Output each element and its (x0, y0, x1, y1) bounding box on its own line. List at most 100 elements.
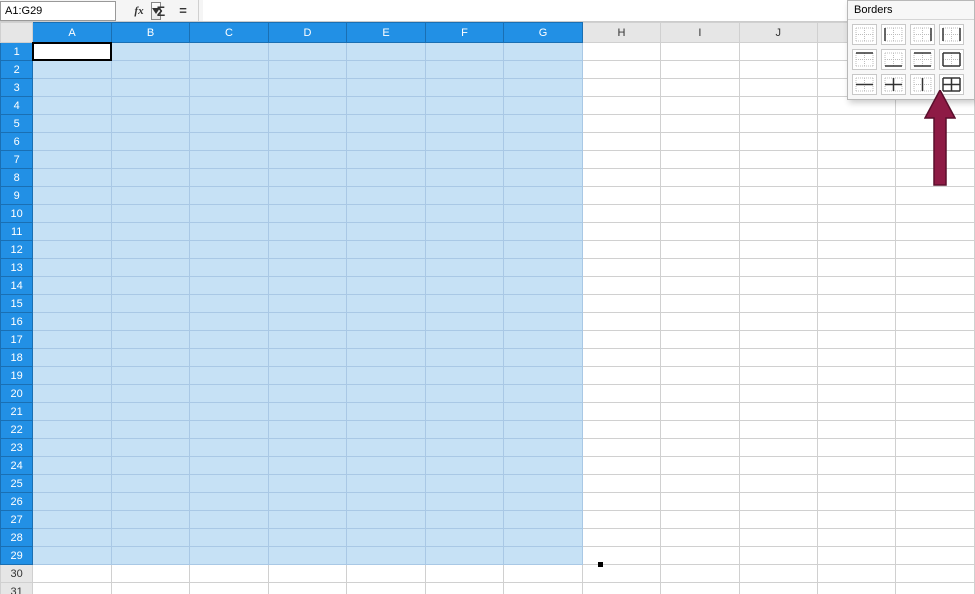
cell[interactable] (268, 61, 347, 79)
cell[interactable] (661, 295, 739, 313)
cell[interactable] (33, 511, 111, 529)
row-header[interactable]: 7 (1, 151, 33, 169)
cell[interactable] (504, 205, 583, 223)
cell[interactable] (739, 565, 817, 583)
selection-handle[interactable] (598, 562, 603, 567)
cell[interactable] (347, 367, 425, 385)
cell[interactable] (425, 583, 503, 594)
cell[interactable] (111, 259, 189, 277)
cell[interactable] (33, 295, 111, 313)
cell[interactable] (268, 547, 347, 565)
cell[interactable] (661, 529, 739, 547)
cell[interactable] (739, 367, 817, 385)
cell[interactable] (111, 187, 189, 205)
cell[interactable] (268, 331, 347, 349)
cell[interactable] (504, 493, 583, 511)
name-box-input[interactable] (1, 5, 151, 17)
cell[interactable] (268, 565, 347, 583)
cell[interactable] (661, 277, 739, 295)
cell[interactable] (425, 223, 503, 241)
cell[interactable] (268, 97, 347, 115)
cell[interactable] (582, 565, 661, 583)
cell[interactable] (504, 547, 583, 565)
cell[interactable] (33, 583, 111, 594)
cell[interactable] (347, 205, 425, 223)
cell[interactable] (817, 385, 895, 403)
cell[interactable] (425, 313, 503, 331)
cell[interactable] (504, 295, 583, 313)
cell[interactable] (347, 259, 425, 277)
cell[interactable] (582, 79, 661, 97)
border-horizontal-button[interactable] (852, 74, 877, 95)
cell[interactable] (425, 457, 503, 475)
cell[interactable] (190, 367, 269, 385)
cell[interactable] (347, 115, 425, 133)
cell[interactable] (111, 43, 189, 61)
cell[interactable] (425, 151, 503, 169)
cell[interactable] (817, 295, 895, 313)
cell[interactable] (190, 421, 269, 439)
cell[interactable] (111, 277, 189, 295)
cell[interactable] (425, 403, 503, 421)
column-header[interactable]: E (347, 23, 425, 43)
cell[interactable] (425, 97, 503, 115)
cell[interactable] (661, 511, 739, 529)
cell[interactable] (739, 205, 817, 223)
cell[interactable] (111, 295, 189, 313)
cell[interactable] (33, 277, 111, 295)
cell[interactable] (896, 493, 975, 511)
cell[interactable] (190, 403, 269, 421)
sum-icon[interactable]: Σ (152, 2, 170, 20)
cell[interactable] (817, 403, 895, 421)
column-header[interactable]: G (504, 23, 583, 43)
row-header[interactable]: 2 (1, 61, 33, 79)
cell[interactable] (582, 367, 661, 385)
cell[interactable] (33, 43, 111, 61)
spreadsheet-grid[interactable]: ABCDEFGHIJKL1234567891011121314151617181… (0, 22, 975, 594)
cell[interactable] (817, 187, 895, 205)
cell[interactable] (582, 151, 661, 169)
cell[interactable] (661, 583, 739, 594)
cell[interactable] (425, 439, 503, 457)
cell[interactable] (33, 421, 111, 439)
cell[interactable] (739, 403, 817, 421)
cell[interactable] (504, 385, 583, 403)
cell[interactable] (582, 205, 661, 223)
cell[interactable] (33, 403, 111, 421)
cell[interactable] (268, 493, 347, 511)
cell[interactable] (33, 169, 111, 187)
cell[interactable] (661, 565, 739, 583)
cell[interactable] (425, 565, 503, 583)
column-header[interactable]: C (190, 23, 269, 43)
cell[interactable] (896, 241, 975, 259)
row-header[interactable]: 20 (1, 385, 33, 403)
cell[interactable] (347, 313, 425, 331)
cell[interactable] (268, 43, 347, 61)
cell[interactable] (111, 151, 189, 169)
cell[interactable] (504, 583, 583, 594)
cell[interactable] (582, 583, 661, 594)
cell[interactable] (817, 205, 895, 223)
cell[interactable] (817, 169, 895, 187)
cell[interactable] (111, 349, 189, 367)
row-header[interactable]: 17 (1, 331, 33, 349)
cell[interactable] (504, 223, 583, 241)
cell[interactable] (739, 439, 817, 457)
border-none-button[interactable] (852, 24, 877, 45)
cell[interactable] (111, 133, 189, 151)
cell[interactable] (739, 547, 817, 565)
column-header[interactable]: I (661, 23, 739, 43)
row-header[interactable]: 24 (1, 457, 33, 475)
border-right-button[interactable] (910, 24, 935, 45)
cell[interactable] (582, 493, 661, 511)
cell[interactable] (347, 223, 425, 241)
cell[interactable] (661, 43, 739, 61)
cell[interactable] (661, 493, 739, 511)
cell[interactable] (739, 313, 817, 331)
cell[interactable] (582, 457, 661, 475)
cell[interactable] (739, 61, 817, 79)
cell[interactable] (347, 385, 425, 403)
cell[interactable] (33, 187, 111, 205)
cell[interactable] (33, 133, 111, 151)
cell[interactable] (504, 421, 583, 439)
